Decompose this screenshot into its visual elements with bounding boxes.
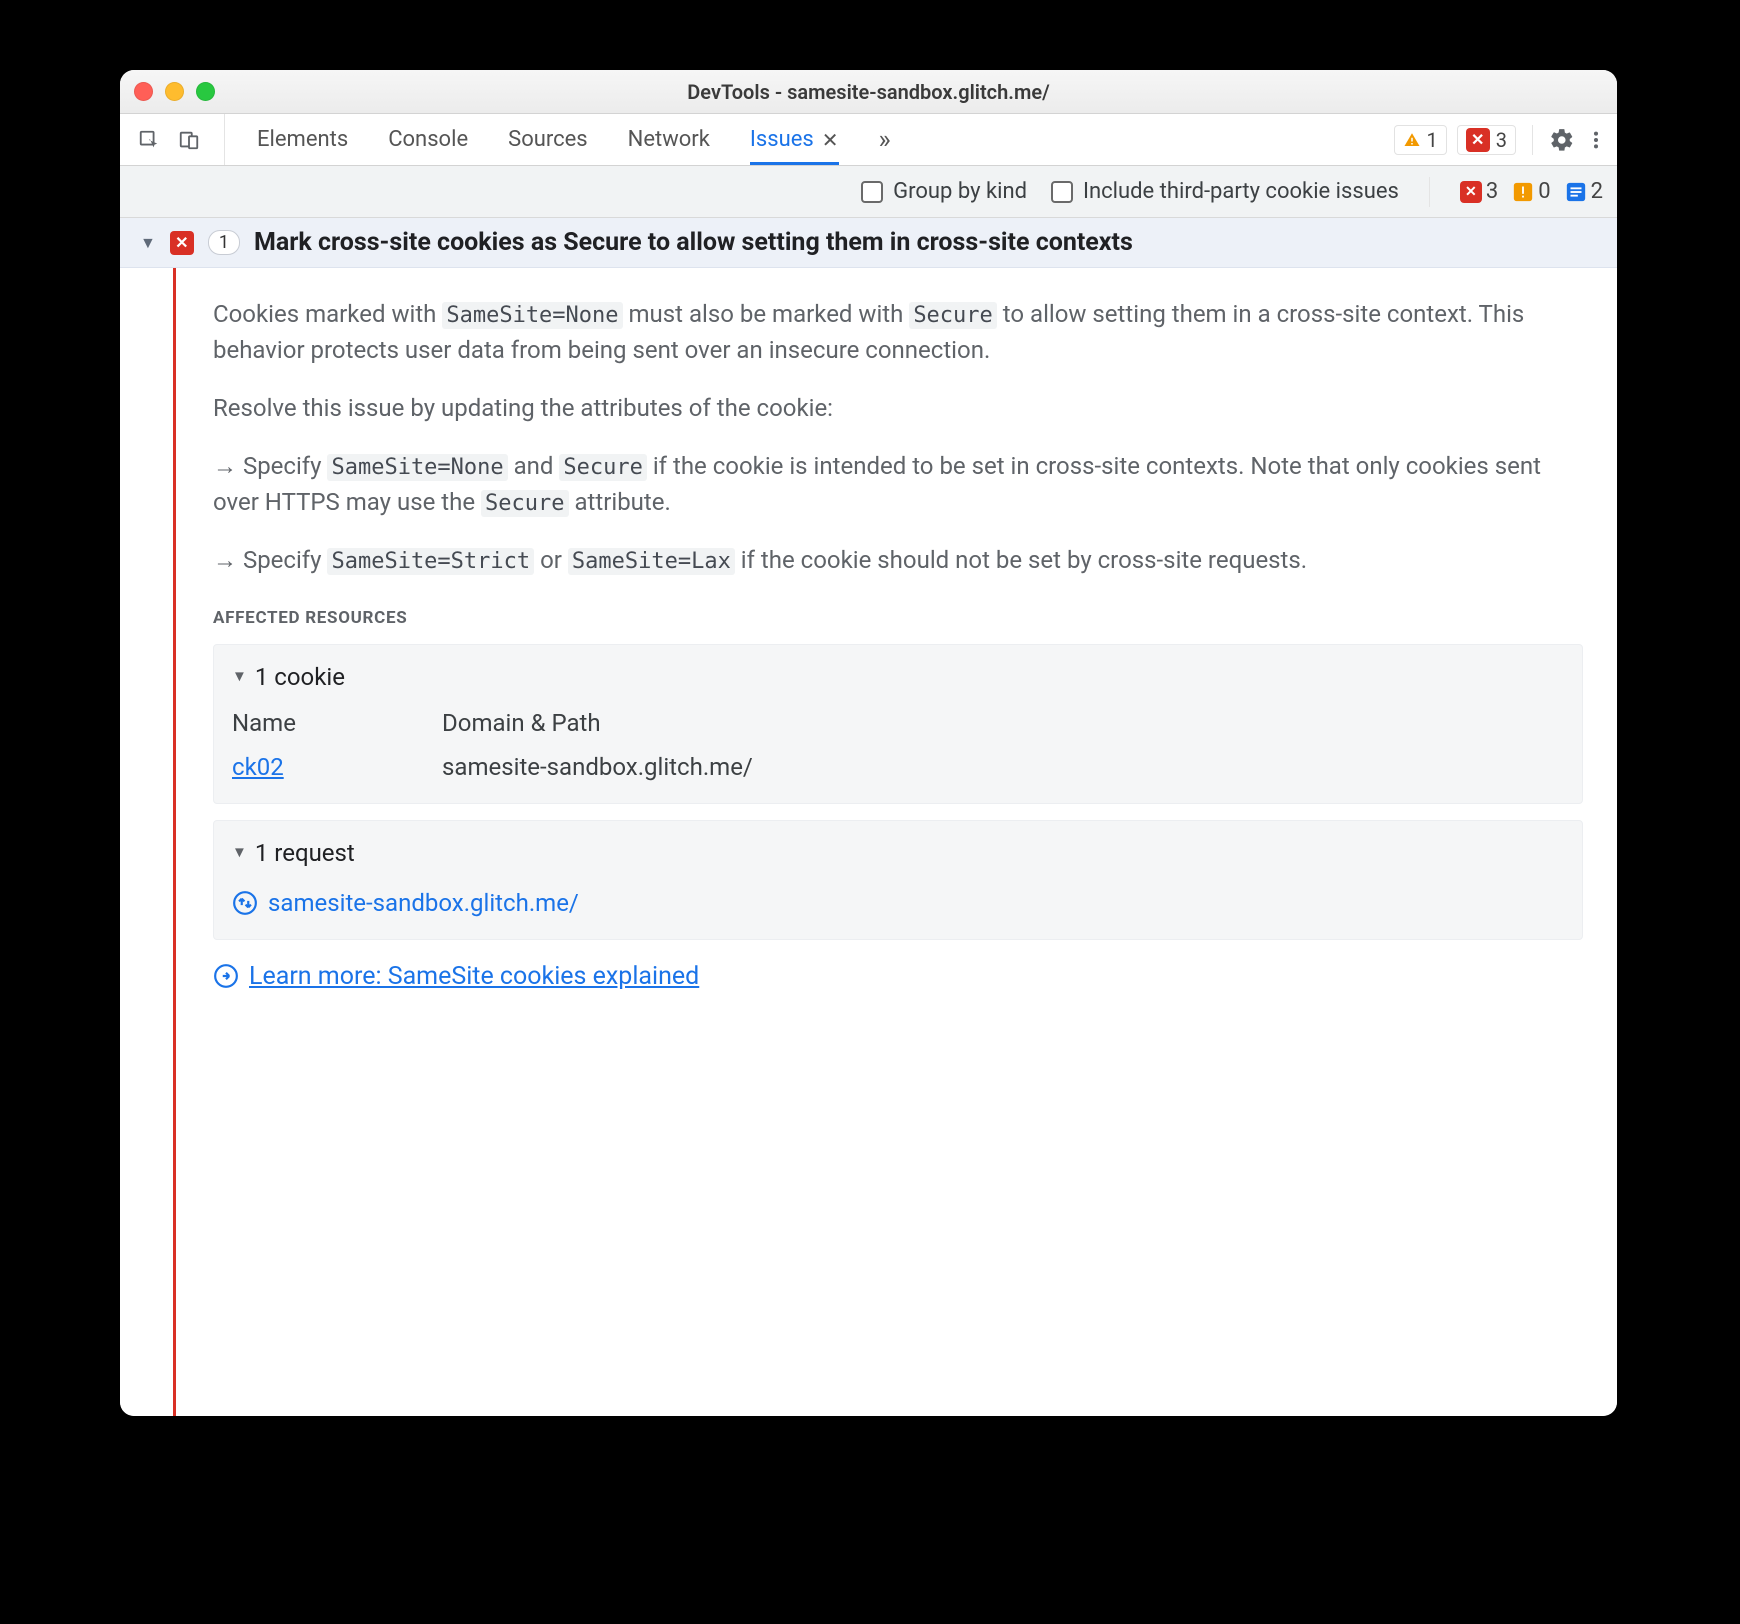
panel-title: 1 request	[255, 835, 355, 871]
code-inline: SameSite=None	[442, 302, 622, 329]
error-icon: ✕	[170, 231, 194, 255]
checkbox-icon	[1051, 181, 1073, 203]
gear-icon[interactable]	[1549, 127, 1575, 153]
gutter	[120, 268, 175, 1416]
minimize-icon[interactable]	[165, 82, 184, 101]
titlebar: DevTools - samesite-sandbox.glitch.me/	[120, 70, 1617, 114]
checkbox-label: Group by kind	[893, 179, 1027, 204]
chevron-down-icon: ▼	[232, 841, 247, 864]
cookie-name-link[interactable]: ck02	[232, 749, 442, 785]
maximize-icon[interactable]	[196, 82, 215, 101]
request-url: samesite-sandbox.glitch.me/	[268, 885, 579, 921]
issue-paragraph: Resolve this issue by updating the attri…	[213, 390, 1583, 426]
count: 3	[1486, 179, 1498, 204]
issues-filter-bar: Group by kind Include third-party cookie…	[120, 166, 1617, 218]
toolbar-right: 1 ✕ 3	[1394, 114, 1608, 165]
issue-bullet: Specify SameSite=None and Secure if the …	[213, 448, 1583, 520]
code-inline: Secure	[559, 454, 646, 481]
issue-content: Cookies marked with SameSite=None must a…	[175, 268, 1617, 1416]
learn-more-row: Learn more: SameSite cookies explained	[213, 958, 1583, 996]
issue-title: Mark cross-site cookies as Secure to all…	[254, 228, 1133, 257]
tab-label: Elements	[257, 127, 348, 152]
issue-paragraph: Cookies marked with SameSite=None must a…	[213, 296, 1583, 368]
col-name: Name	[232, 705, 442, 741]
panel-title: 1 cookie	[255, 659, 345, 695]
tab-label: Sources	[508, 127, 588, 152]
info-pair[interactable]: 2	[1565, 179, 1603, 204]
include-third-party-toggle[interactable]: Include third-party cookie issues	[1051, 179, 1399, 204]
error-icon: ✕	[1466, 128, 1490, 152]
window-title: DevTools - samesite-sandbox.glitch.me/	[120, 80, 1617, 104]
issue-counts: ✕ 3 0 2	[1460, 179, 1603, 204]
severity-bar	[173, 268, 176, 1416]
inspect-icon[interactable]	[138, 129, 160, 151]
close-icon[interactable]	[134, 82, 153, 101]
separator	[1429, 177, 1430, 207]
panel-header[interactable]: ▼ 1 request	[232, 835, 1564, 871]
tab-label: Console	[388, 127, 468, 152]
chevron-down-icon: ▼	[140, 233, 156, 253]
code-inline: Secure	[481, 490, 568, 517]
chevron-down-icon: ▼	[232, 665, 247, 688]
main-toolbar: Elements Console Sources Network Issues …	[120, 114, 1617, 166]
warning-square-icon	[1512, 181, 1534, 203]
devtools-window: DevTools - samesite-sandbox.glitch.me/ E…	[120, 70, 1617, 1416]
code-inline: SameSite=Lax	[568, 548, 735, 575]
errors-pair[interactable]: ✕ 3	[1460, 179, 1498, 204]
count: 2	[1591, 179, 1603, 204]
arrow-circle-icon	[213, 963, 239, 989]
code-inline: Secure	[909, 302, 996, 329]
tab-elements[interactable]: Elements	[257, 114, 348, 165]
cookies-table: Name Domain & Path ck02 samesite-sandbox…	[232, 705, 1564, 785]
error-icon: ✕	[1460, 181, 1482, 203]
code-inline: SameSite=None	[327, 454, 507, 481]
warnings-badge[interactable]: 1	[1394, 125, 1447, 155]
info-square-icon	[1565, 181, 1587, 203]
panel-tabs: Elements Console Sources Network Issues …	[229, 114, 891, 165]
col-domain: Domain & Path	[442, 705, 1564, 741]
count: 0	[1538, 179, 1550, 204]
request-icon	[232, 890, 258, 916]
tab-console[interactable]: Console	[388, 114, 468, 165]
tab-network[interactable]: Network	[628, 114, 710, 165]
device-toggle-icon[interactable]	[178, 129, 200, 151]
warning-icon	[1403, 131, 1421, 149]
panel-header[interactable]: ▼ 1 cookie	[232, 659, 1564, 695]
learn-more-link[interactable]: Learn more: SameSite cookies explained	[249, 958, 699, 996]
cookies-panel: ▼ 1 cookie Name Domain & Path ck02 sames…	[213, 644, 1583, 804]
tab-issues[interactable]: Issues ✕	[750, 114, 839, 165]
tab-label: Issues	[750, 127, 814, 152]
warnings-pair[interactable]: 0	[1512, 179, 1550, 204]
requests-panel: ▼ 1 request samesite-sandbox.glitch.me/	[213, 820, 1583, 940]
window-controls	[134, 82, 215, 101]
errors-badge[interactable]: ✕ 3	[1457, 125, 1516, 155]
issue-body: Cookies marked with SameSite=None must a…	[120, 268, 1617, 1416]
close-tab-icon[interactable]: ✕	[822, 128, 839, 152]
error-count: 3	[1496, 128, 1507, 152]
tab-label: Network	[628, 127, 710, 152]
kebab-menu-icon[interactable]	[1585, 129, 1607, 151]
tab-sources[interactable]: Sources	[508, 114, 588, 165]
cookie-domain: samesite-sandbox.glitch.me/	[442, 749, 1564, 785]
issue-bullet: Specify SameSite=Strict or SameSite=Lax …	[213, 542, 1583, 578]
affected-resources-label: AFFECTED RESOURCES	[213, 606, 1583, 632]
checkbox-icon	[861, 181, 883, 203]
request-row[interactable]: samesite-sandbox.glitch.me/	[232, 881, 1564, 921]
issue-header[interactable]: ▼ ✕ 1 Mark cross-site cookies as Secure …	[120, 218, 1617, 268]
code-inline: SameSite=Strict	[327, 548, 534, 575]
group-by-kind-toggle[interactable]: Group by kind	[861, 179, 1027, 204]
issue-count-pill: 1	[208, 230, 240, 255]
warning-count: 1	[1427, 128, 1438, 152]
checkbox-label: Include third-party cookie issues	[1083, 179, 1399, 204]
separator	[1532, 125, 1533, 155]
more-tabs-icon[interactable]: »	[879, 125, 891, 155]
